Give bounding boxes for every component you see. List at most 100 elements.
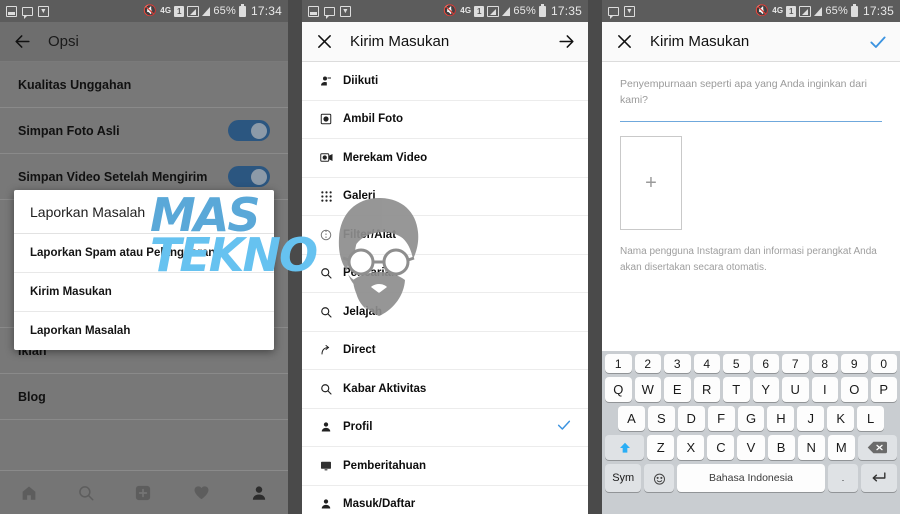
mute-icon: 🔇 [755,4,770,17]
key-q[interactable]: Q [605,377,632,402]
close-icon[interactable] [314,32,334,52]
sim-indicator: 1 [786,5,797,17]
network-type-label: 4G [160,6,172,15]
list-item-kabar-aktivitas[interactable]: Kabar Aktivitas [302,370,588,409]
key-x[interactable]: X [677,435,705,460]
add-post-icon[interactable] [134,484,152,502]
space-key[interactable]: Bahasa Indonesia [676,464,826,492]
battery-icon [538,3,546,17]
arrow-right-icon[interactable] [556,32,576,52]
list-item-direct[interactable]: Direct [302,332,588,370]
key-u[interactable]: U [782,377,809,402]
emoji-icon[interactable] [644,464,674,492]
key-8[interactable]: 8 [811,354,838,373]
key-i[interactable]: I [811,377,838,402]
list-item-ambil-foto[interactable]: Ambil Foto [302,101,588,139]
key-0[interactable]: 0 [870,354,897,373]
key-t[interactable]: T [723,377,750,402]
key-a[interactable]: A [618,406,645,431]
toggle-save-original-photo[interactable] [228,120,270,141]
list-item-diikuti[interactable]: Diikuti [302,62,588,101]
list-item-pemberitahuan[interactable]: Pemberitahuan [302,447,588,486]
list-item-masuk-daftar[interactable]: Masuk/Daftar [302,486,588,514]
key-5[interactable]: 5 [723,354,750,373]
back-arrow-icon[interactable] [12,32,32,52]
about-label: Blog [18,389,46,404]
page-title: Kirim Masukan [350,33,450,50]
key-z[interactable]: Z [647,435,675,460]
key-4[interactable]: 4 [693,354,720,373]
key-9[interactable]: 9 [841,354,868,373]
period-key[interactable]: . [828,464,858,492]
key-l[interactable]: L [857,406,885,431]
profile-icon[interactable] [250,484,268,502]
person-icon [318,498,334,510]
backspace-icon[interactable] [857,435,898,460]
key-y[interactable]: Y [752,377,779,402]
list-item-label: Merekam Video [343,151,428,164]
list-item-label: Filter/Alat [343,228,397,241]
key-f[interactable]: F [707,406,735,431]
chat-icon [22,6,33,19]
list-item-jelajah[interactable]: Jelajah [302,293,588,332]
key-b[interactable]: B [767,435,795,460]
search-icon[interactable] [77,484,95,502]
key-w[interactable]: W [634,377,661,402]
key-1[interactable]: 1 [605,354,632,373]
page-title: Kirim Masukan [650,33,750,50]
shift-up-icon[interactable] [604,435,645,460]
key-6[interactable]: 6 [752,354,779,373]
option-label: Kualitas Unggahan [18,77,132,92]
option-row-upload-quality[interactable]: Kualitas Unggahan [0,62,288,108]
key-2[interactable]: 2 [634,354,661,373]
key-j[interactable]: J [797,406,825,431]
option-row-save-original-photo[interactable]: Simpan Foto Asli [0,108,288,154]
list-item-label: Masuk/Daftar [343,498,416,511]
enter-icon[interactable] [860,464,897,492]
list-item-label: Ambil Foto [343,113,404,126]
heart-icon[interactable] [192,483,211,502]
key-3[interactable]: 3 [664,354,691,373]
key-d[interactable]: D [677,406,705,431]
status-bar: ▼ 🔇 4G 1 65% 17:35 [302,0,588,22]
key-k[interactable]: K [827,406,855,431]
about-row-blog[interactable]: Blog [0,374,288,420]
add-photo-button[interactable]: + [620,136,682,231]
list-item-merekam-video[interactable]: Merekam Video [302,139,588,178]
keyboard-row-1: Q W E R T Y U I O P [605,377,897,402]
dialog-title: Laporkan Masalah [14,190,274,234]
home-icon[interactable] [20,484,38,502]
key-r[interactable]: R [693,377,720,402]
key-g[interactable]: G [737,406,765,431]
key-n[interactable]: N [797,435,825,460]
network-type-label: 4G [772,6,784,15]
compose-body: Penyempurnaan seperti apa yang Anda ingi… [602,62,900,351]
close-icon[interactable] [614,32,634,52]
list-item-profil[interactable]: Profil [302,409,588,447]
list-item-galeri[interactable]: Galeri [302,178,588,216]
key-e[interactable]: E [664,377,691,402]
option-label: Simpan Video Setelah Mengirim [18,169,208,184]
person-icon [318,421,334,433]
list-item-label: Kabar Aktivitas [343,382,427,395]
dialog-item-report-spam[interactable]: Laporkan Spam atau Pelanggaran [14,234,274,273]
key-7[interactable]: 7 [782,354,809,373]
key-p[interactable]: P [870,377,897,402]
status-bar: ▼ 🔇 4G 1 65% 17:35 [602,0,900,22]
battery-percent: 65% [825,5,848,17]
key-o[interactable]: O [841,377,868,402]
key-c[interactable]: C [707,435,735,460]
symbols-key[interactable]: Sym [605,464,642,492]
dialog-item-report-problem[interactable]: Laporkan Masalah [14,312,274,350]
network-type-label: 4G [460,6,472,15]
toggle-save-video[interactable] [228,166,270,187]
check-icon[interactable] [868,32,888,52]
key-m[interactable]: M [827,435,855,460]
dialog-item-send-feedback[interactable]: Kirim Masukan [14,273,274,312]
key-s[interactable]: S [647,406,675,431]
key-v[interactable]: V [737,435,765,460]
list-item-pencarian[interactable]: Pencarian [302,255,588,293]
feedback-input[interactable]: Penyempurnaan seperti apa yang Anda ingi… [620,76,882,109]
list-item-filter-alat[interactable]: Filter/Alat [302,216,588,255]
key-h[interactable]: H [767,406,795,431]
